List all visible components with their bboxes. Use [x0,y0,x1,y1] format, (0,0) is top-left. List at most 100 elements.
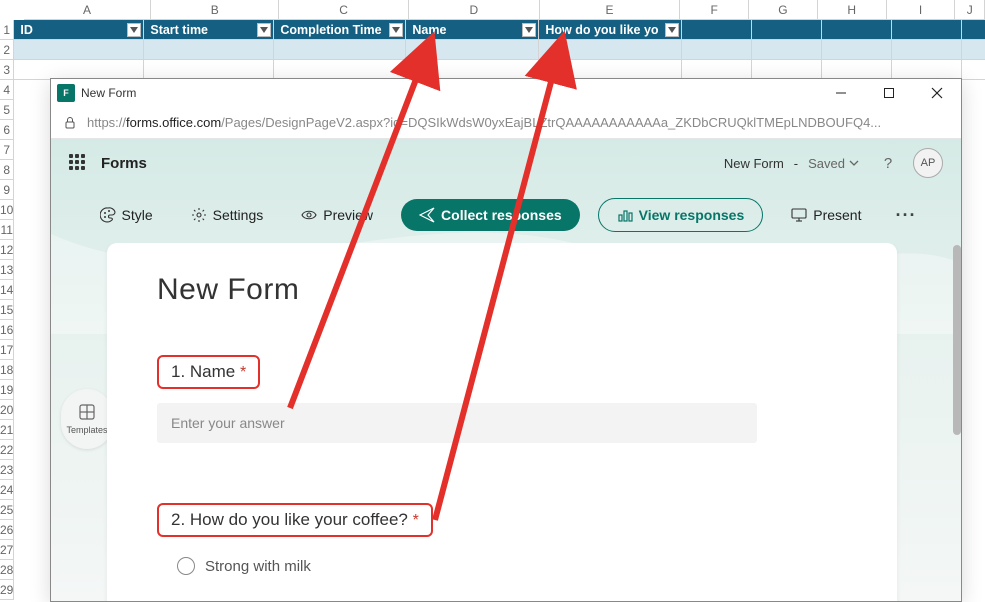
lock-icon [63,116,77,130]
row-num[interactable]: 14 [0,280,14,300]
row-num[interactable]: 19 [0,380,14,400]
cell[interactable] [752,40,822,60]
col-header-E[interactable]: E [540,0,681,20]
row-num[interactable]: 29 [0,580,14,600]
avatar[interactable]: AP [913,148,943,178]
header-cell-coffee[interactable]: How do you like yo [539,20,682,40]
row-numbers: 1 2 3 4 5 6 7 8 9 10 11 12 13 14 15 16 1… [0,20,14,600]
question-1-label: 1. Name [171,362,240,381]
filter-dropdown-icon[interactable] [257,23,271,37]
row-num[interactable]: 22 [0,440,14,460]
header-cell-name[interactable]: Name [406,20,539,40]
row-num[interactable]: 15 [0,300,14,320]
form-title[interactable]: New Form [157,273,861,307]
col-header-C[interactable]: C [279,0,409,20]
cell[interactable] [539,40,682,60]
maximize-button[interactable] [865,79,913,107]
header-cell-start-time[interactable]: Start time [144,20,274,40]
cell[interactable] [406,40,539,60]
row-num[interactable]: 7 [0,140,14,160]
cell[interactable] [892,40,962,60]
header-cell-completion-time[interactable]: Completion Time [274,20,406,40]
row-num[interactable]: 20 [0,400,14,420]
cell[interactable] [14,40,144,60]
cell[interactable] [892,20,962,40]
row-num[interactable]: 24 [0,480,14,500]
row-num[interactable]: 3 [0,60,14,80]
cell[interactable] [962,60,985,80]
cell[interactable] [682,20,752,40]
column-headers-row: A B C D E F G H I J [0,0,985,20]
row-num[interactable]: 13 [0,260,14,280]
highlight-box: 1. Name * [157,355,260,389]
cell[interactable] [144,60,274,80]
minimize-button[interactable] [817,79,865,107]
cell[interactable] [14,60,144,80]
row-num[interactable]: 28 [0,560,14,580]
cell[interactable] [752,60,822,80]
filter-dropdown-icon[interactable] [389,23,403,37]
cell[interactable] [892,60,962,80]
row-num[interactable]: 10 [0,200,14,220]
row-num[interactable]: 9 [0,180,14,200]
cell[interactable] [144,40,274,60]
row-num[interactable]: 27 [0,540,14,560]
forms-window: F New Form https://forms.office.com/Page… [50,78,962,602]
col-header-A[interactable]: A [24,0,152,20]
question-2-label: 2. How do you like your coffee? [171,510,413,529]
row-num[interactable]: 6 [0,120,14,140]
scroll-thumb[interactable] [953,245,961,435]
col-header-I[interactable]: I [887,0,956,20]
filter-dropdown-icon[interactable] [522,23,536,37]
cell[interactable] [539,60,682,80]
row-num[interactable]: 16 [0,320,14,340]
cell[interactable] [962,20,985,40]
cell[interactable] [822,20,892,40]
cell[interactable] [822,40,892,60]
question-2[interactable]: 2. How do you like your coffee? * Strong… [157,503,861,575]
radio-icon[interactable] [177,557,195,575]
help-button[interactable]: ? [877,152,899,174]
row-num[interactable]: 1 [0,20,14,40]
form-canvas[interactable]: New Form 1. Name * Enter your answer 2. … [107,243,897,601]
col-header-F[interactable]: F [680,0,749,20]
app-launcher-icon[interactable] [69,154,87,172]
row-num[interactable]: 17 [0,340,14,360]
window-titlebar: F New Form [51,79,961,107]
row-num[interactable]: 4 [0,80,14,100]
col-header-G[interactable]: G [749,0,818,20]
cell[interactable] [682,60,752,80]
cell[interactable] [752,20,822,40]
row-num[interactable]: 25 [0,500,14,520]
row-num[interactable]: 5 [0,100,14,120]
cell[interactable] [962,40,985,60]
col-header-J[interactable]: J [955,0,985,20]
header-cell-id[interactable]: ID [14,20,144,40]
address-bar[interactable]: https://forms.office.com/Pages/DesignPag… [51,107,961,139]
cell[interactable] [822,60,892,80]
vertical-scrollbar[interactable] [953,243,961,601]
col-header-H[interactable]: H [818,0,887,20]
cell[interactable] [274,60,406,80]
row-num[interactable]: 23 [0,460,14,480]
document-name[interactable]: New Form - Saved [724,156,859,171]
row-num[interactable]: 2 [0,40,14,60]
row-num[interactable]: 8 [0,160,14,180]
cell[interactable] [274,40,406,60]
required-asterisk: * [413,512,419,529]
question-1[interactable]: 1. Name * Enter your answer [157,355,861,443]
close-button[interactable] [913,79,961,107]
row-num[interactable]: 21 [0,420,14,440]
row-num[interactable]: 26 [0,520,14,540]
question-1-input[interactable]: Enter your answer [157,403,757,443]
row-num[interactable]: 11 [0,220,14,240]
cell[interactable] [406,60,539,80]
cell[interactable] [682,40,752,60]
question-2-option-1[interactable]: Strong with milk [177,557,861,575]
row-num[interactable]: 12 [0,240,14,260]
col-header-D[interactable]: D [409,0,540,20]
col-header-B[interactable]: B [151,0,279,20]
filter-dropdown-icon[interactable] [127,23,141,37]
row-num[interactable]: 18 [0,360,14,380]
filter-dropdown-icon[interactable] [665,23,679,37]
